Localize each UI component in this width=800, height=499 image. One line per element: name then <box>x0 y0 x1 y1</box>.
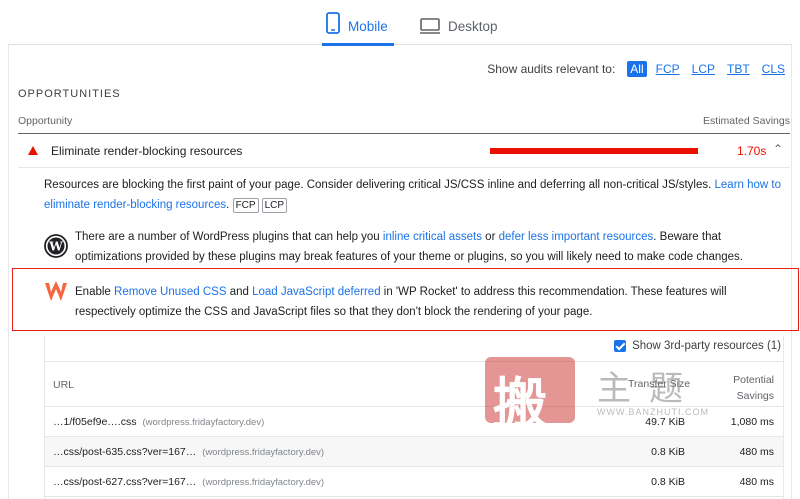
resource-url-path: …1/f05ef9e….css <box>53 416 137 428</box>
table-row: …css/post-627.css?ver=167… (wordpress.fri… <box>45 467 783 497</box>
opportunity-column-header: Opportunity <box>18 115 73 127</box>
savings-bar-fill <box>491 149 697 153</box>
resource-size: 49.7 KiB <box>645 416 685 428</box>
load-js-deferred-link[interactable]: Load JavaScript deferred <box>252 286 381 298</box>
resource-url-path: …css/post-635.css?ver=167… <box>53 446 197 458</box>
filter-lcp[interactable]: LCP <box>689 61 718 77</box>
potential-savings-column-header: Potential Savings <box>733 372 774 404</box>
tab-mobile-label: Mobile <box>348 19 388 34</box>
tab-desktop[interactable]: Desktop <box>420 12 498 45</box>
defer-resources-link[interactable]: defer less important resources <box>499 231 654 243</box>
filter-cls[interactable]: CLS <box>759 61 788 77</box>
resource-size: 0.8 KiB <box>651 446 685 458</box>
savings-header-line2: Savings <box>736 390 774 402</box>
filter-all[interactable]: All <box>627 61 647 77</box>
tab-desktop-label: Desktop <box>448 19 498 34</box>
rocket-text-1: Enable <box>75 286 115 298</box>
table-row: …css/post-635.css?ver=167… (wordpress.fri… <box>45 437 783 467</box>
monitor-icon <box>420 18 440 34</box>
wordpress-icon: W <box>44 234 68 258</box>
resource-savings: 480 ms <box>739 476 774 488</box>
filter-tbt[interactable]: TBT <box>724 61 753 77</box>
left-divider <box>8 45 9 499</box>
inline-critical-assets-link[interactable]: inline critical assets <box>383 231 482 243</box>
wp-text-1: There are a number of WordPress plugins … <box>75 231 383 243</box>
description-text: Resources are blocking the first paint o… <box>44 179 715 191</box>
resource-url[interactable]: …1/f05ef9e….css (wordpress.fridayfactory.… <box>53 416 264 428</box>
savings-header-line1: Potential <box>733 374 774 386</box>
third-party-label: Show 3rd-party resources (1) <box>632 340 781 352</box>
tab-mobile[interactable]: Mobile <box>322 12 394 46</box>
remove-unused-css-link[interactable]: Remove Unused CSS <box>114 286 227 298</box>
rocket-text-2: and <box>226 286 253 298</box>
tag-fcp: FCP <box>232 197 259 213</box>
resource-table-header: URL Transfer Size Potential Savings <box>45 361 783 407</box>
tag-lcp: LCP <box>261 197 288 213</box>
resource-host: (wordpress.fridayfactory.dev) <box>142 417 265 428</box>
resource-savings: 480 ms <box>739 446 774 458</box>
wp-rocket-recommendation: Enable Remove Unused CSS and Load JavaSc… <box>12 268 799 331</box>
warning-triangle-icon <box>28 146 38 155</box>
resource-host: (wordpress.fridayfactory.dev) <box>202 477 325 488</box>
resource-savings: 1,080 ms <box>730 416 774 428</box>
table-row: …1/f05ef9e….css (wordpress.fridayfactory.… <box>45 407 783 437</box>
description-text-end: . <box>226 198 230 211</box>
third-party-toggle[interactable]: Show 3rd-party resources (1) <box>614 340 781 352</box>
audit-title: Eliminate render-blocking resources <box>51 144 243 158</box>
estimated-savings-column-header: Estimated Savings <box>703 115 790 127</box>
resource-size: 0.8 KiB <box>651 476 685 488</box>
audit-render-blocking[interactable]: Eliminate render-blocking resources 1.70… <box>18 136 790 168</box>
opportunity-table-header: Opportunity Estimated Savings <box>18 112 790 134</box>
wp-rocket-text: Enable Remove Unused CSS and Load JavaSc… <box>75 283 775 322</box>
savings-bar <box>490 148 698 154</box>
audit-description: Resources are blocking the first paint o… <box>44 176 784 215</box>
third-party-checkbox[interactable] <box>614 340 627 352</box>
wordpress-hint-text: There are a number of WordPress plugins … <box>75 228 785 267</box>
section-title: OPPORTUNITIES <box>18 88 121 100</box>
resource-url-path: …css/post-627.css?ver=167… <box>53 476 197 488</box>
resource-host: (wordpress.fridayfactory.dev) <box>202 447 325 458</box>
resource-url[interactable]: …css/post-627.css?ver=167… (wordpress.fri… <box>53 476 324 488</box>
transfer-size-column-header: Transfer Size <box>628 378 691 390</box>
phone-icon <box>326 12 340 34</box>
resource-table: Show 3rd-party resources (1) URL Transfe… <box>44 336 784 499</box>
resource-url[interactable]: …css/post-635.css?ver=167… (wordpress.fri… <box>53 446 324 458</box>
wp-rocket-icon <box>44 281 68 308</box>
filter-fcp[interactable]: FCP <box>653 61 683 77</box>
audit-savings: 1.70s <box>737 144 767 158</box>
filter-label: Show audits relevant to: <box>487 62 616 76</box>
url-column-header: URL <box>53 379 75 391</box>
device-tabs: Mobile Desktop <box>8 0 792 46</box>
audit-filter: Show audits relevant to: All FCP LCP TBT… <box>487 61 788 77</box>
chevron-up-icon[interactable]: ⌃ <box>773 142 783 156</box>
svg-text:W: W <box>48 240 63 254</box>
wp-text-2: or <box>481 231 499 243</box>
